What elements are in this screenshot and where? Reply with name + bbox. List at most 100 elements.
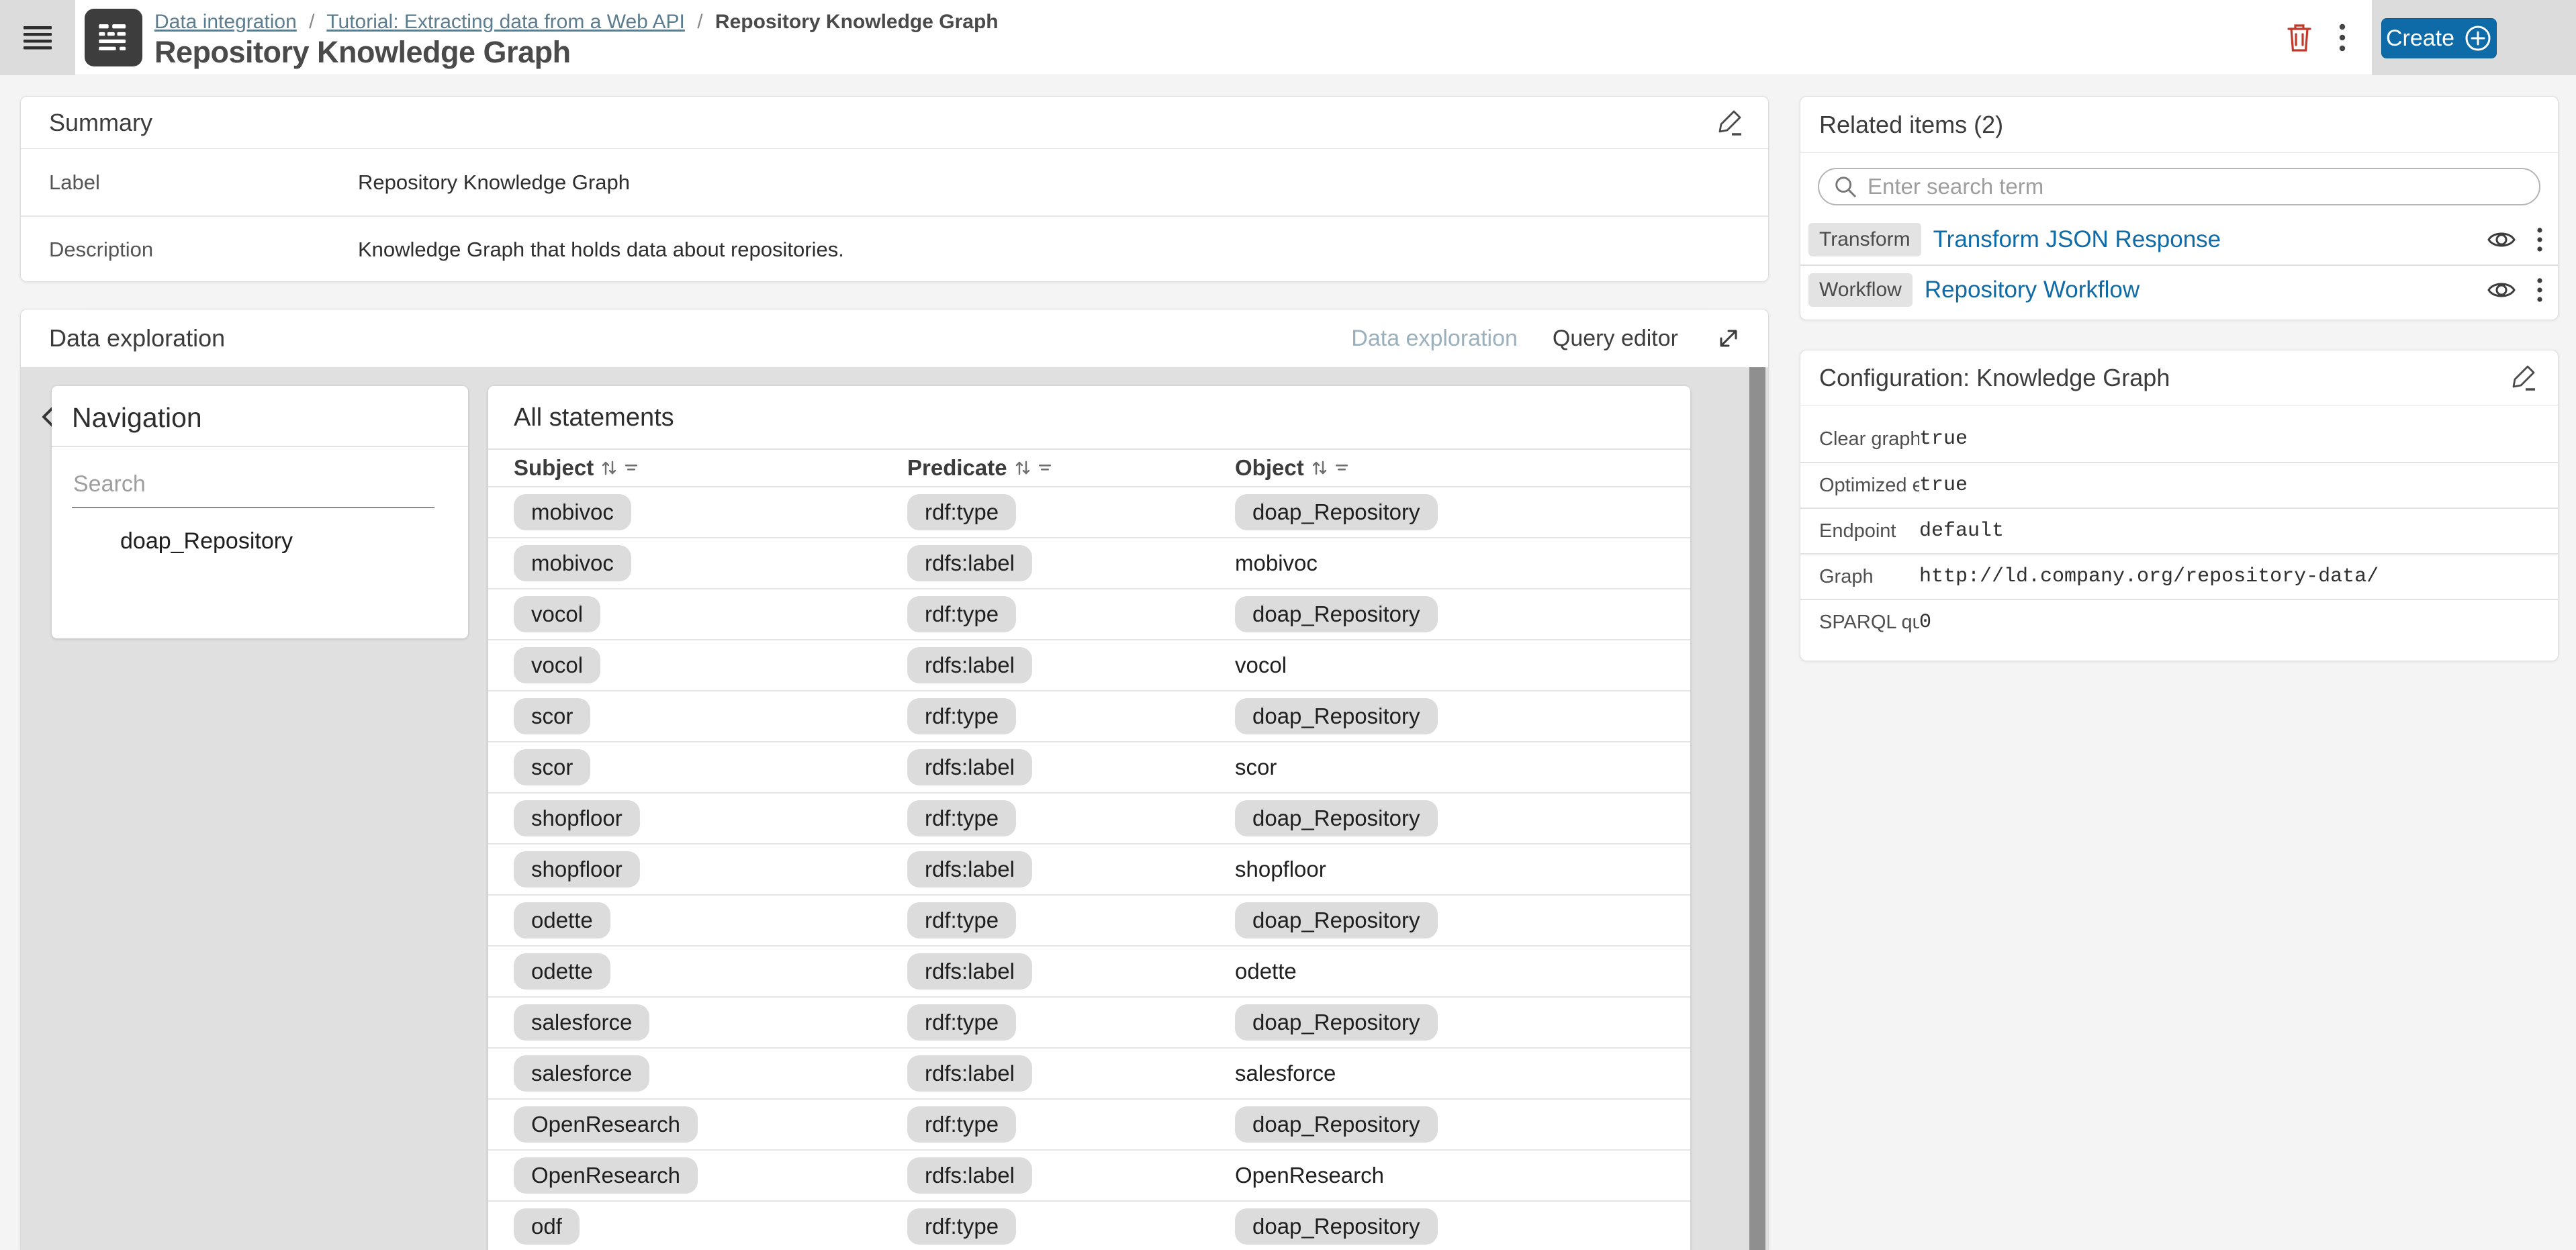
- item-type-badge: Transform: [1808, 223, 1921, 256]
- more-options-button[interactable]: [2325, 20, 2360, 55]
- subject-chip[interactable]: mobivoc: [514, 494, 631, 530]
- eye-icon: [2487, 279, 2516, 301]
- statement-row: scor rdf:type doap_Repository: [488, 691, 1690, 742]
- navigation-search-input[interactable]: [72, 467, 434, 508]
- subject-chip[interactable]: OpenResearch: [514, 1157, 698, 1194]
- subject-chip[interactable]: scor: [514, 698, 590, 734]
- config-label: Clear graph bef…: [1800, 428, 1919, 450]
- filter-icon[interactable]: [623, 460, 639, 476]
- filter-icon[interactable]: [1037, 460, 1053, 476]
- object-chip[interactable]: doap_Repository: [1235, 1208, 1438, 1245]
- create-button[interactable]: Create: [2381, 18, 2497, 58]
- statements-column-header: Subject Predicate Ob: [488, 448, 1690, 487]
- breadcrumb-link-tutorial[interactable]: Tutorial: Extracting data from a Web API: [326, 11, 685, 33]
- breadcrumb-current: Repository Knowledge Graph: [715, 11, 999, 33]
- expand-diagonal-icon: [1713, 323, 1744, 354]
- object-chip[interactable]: doap_Repository: [1235, 1004, 1438, 1041]
- subject-chip[interactable]: scor: [514, 749, 590, 785]
- subject-chip[interactable]: odf: [514, 1208, 580, 1245]
- predicate-chip[interactable]: rdfs:label: [907, 545, 1032, 581]
- view-item-button[interactable]: [2487, 279, 2516, 301]
- filter-icon[interactable]: [1334, 460, 1350, 476]
- predicate-chip[interactable]: rdf:type: [907, 800, 1016, 836]
- subject-chip[interactable]: salesforce: [514, 1004, 649, 1041]
- subject-chip[interactable]: odette: [514, 902, 610, 939]
- breadcrumb-separator: /: [697, 11, 702, 33]
- kebab-icon: [2536, 226, 2543, 253]
- predicate-chip[interactable]: rdfs:label: [907, 647, 1032, 683]
- expand-button[interactable]: [1713, 323, 1744, 354]
- config-row: SPARQL query … 0: [1800, 599, 2558, 644]
- predicate-chip[interactable]: rdf:type: [907, 1004, 1016, 1041]
- object-literal: mobivoc: [1235, 550, 1318, 575]
- object-chip[interactable]: doap_Repository: [1235, 1106, 1438, 1143]
- subject-chip[interactable]: vocol: [514, 647, 600, 683]
- tab-query-editor[interactable]: Query editor: [1553, 326, 1678, 352]
- related-item-row: Workflow Repository Workflow: [1800, 265, 2558, 314]
- column-label-subject[interactable]: Subject: [514, 455, 594, 481]
- config-row: Clear graph bef… true: [1800, 416, 2558, 462]
- field-value: Repository Knowledge Graph: [358, 171, 630, 195]
- summary-label-row: Label Repository Knowledge Graph: [21, 149, 1768, 215]
- edit-summary-button[interactable]: [1716, 107, 1745, 138]
- subject-chip[interactable]: mobivoc: [514, 545, 631, 581]
- predicate-chip[interactable]: rdf:type: [907, 494, 1016, 530]
- column-label-predicate[interactable]: Predicate: [907, 455, 1007, 481]
- pencil-icon: [2510, 363, 2539, 393]
- predicate-chip[interactable]: rdfs:label: [907, 851, 1032, 887]
- subject-chip[interactable]: vocol: [514, 596, 600, 632]
- navigation-item-doap-repository[interactable]: doap_Repository: [52, 528, 468, 555]
- object-literal: odette: [1235, 959, 1297, 983]
- subject-chip[interactable]: shopfloor: [514, 851, 640, 887]
- config-value: true: [1919, 474, 1968, 497]
- delete-button[interactable]: [2282, 20, 2317, 55]
- predicate-chip[interactable]: rdfs:label: [907, 1157, 1032, 1194]
- tab-data-exploration[interactable]: Data exploration: [1351, 326, 1518, 352]
- predicate-chip[interactable]: rdf:type: [907, 902, 1016, 939]
- object-chip[interactable]: doap_Repository: [1235, 902, 1438, 939]
- related-item-row: Transform Transform JSON Response: [1800, 215, 2558, 265]
- config-value: default: [1919, 520, 2004, 542]
- predicate-chip[interactable]: rdfs:label: [907, 953, 1032, 990]
- column-label-object[interactable]: Object: [1235, 455, 1304, 481]
- sort-icon[interactable]: [1311, 459, 1328, 477]
- predicate-chip[interactable]: rdf:type: [907, 698, 1016, 734]
- sort-icon[interactable]: [600, 459, 618, 477]
- subject-chip[interactable]: salesforce: [514, 1055, 649, 1092]
- related-items-search-input[interactable]: [1868, 174, 2526, 199]
- all-statements-title: All statements: [488, 386, 1690, 448]
- navigation-title: Navigation: [52, 386, 468, 447]
- data-integration-app-icon[interactable]: [85, 9, 142, 66]
- statement-row: OpenResearch rdf:type doap_Repository: [488, 1100, 1690, 1151]
- vertical-scrollbar[interactable]: [1749, 367, 1765, 1250]
- related-item-link[interactable]: Repository Workflow: [1925, 277, 2487, 303]
- statement-row: salesforce rdf:type doap_Repository: [488, 998, 1690, 1049]
- predicate-chip[interactable]: rdf:type: [907, 1208, 1016, 1245]
- related-item-link[interactable]: Transform JSON Response: [1933, 226, 2487, 253]
- hamburger-menu-button[interactable]: [0, 0, 75, 75]
- predicate-chip[interactable]: rdf:type: [907, 1106, 1016, 1143]
- view-item-button[interactable]: [2487, 228, 2516, 251]
- edit-configuration-button[interactable]: [2510, 363, 2539, 393]
- object-chip[interactable]: doap_Repository: [1235, 800, 1438, 836]
- statement-row: odf rdf:type doap_Repository: [488, 1202, 1690, 1250]
- item-more-options-button[interactable]: [2536, 277, 2543, 303]
- config-label: Graph: [1800, 566, 1919, 588]
- object-chip[interactable]: doap_Repository: [1235, 494, 1438, 530]
- subject-chip[interactable]: odette: [514, 953, 610, 990]
- predicate-chip[interactable]: rdf:type: [907, 596, 1016, 632]
- predicate-chip[interactable]: rdfs:label: [907, 1055, 1032, 1092]
- predicate-chip[interactable]: rdfs:label: [907, 749, 1032, 785]
- config-label: SPARQL query …: [1800, 612, 1919, 634]
- item-more-options-button[interactable]: [2536, 226, 2543, 253]
- subject-chip[interactable]: OpenResearch: [514, 1106, 698, 1143]
- object-chip[interactable]: doap_Repository: [1235, 698, 1438, 734]
- breadcrumb-link-data-integration[interactable]: Data integration: [154, 11, 297, 33]
- subject-chip[interactable]: shopfloor: [514, 800, 640, 836]
- object-chip[interactable]: doap_Repository: [1235, 596, 1438, 632]
- sort-icon[interactable]: [1014, 459, 1031, 477]
- object-literal: shopfloor: [1235, 857, 1326, 881]
- scrollbar-thumb[interactable]: [1749, 367, 1765, 1250]
- header-right-section: Create: [2372, 0, 2576, 75]
- kebab-icon: [2338, 21, 2346, 54]
